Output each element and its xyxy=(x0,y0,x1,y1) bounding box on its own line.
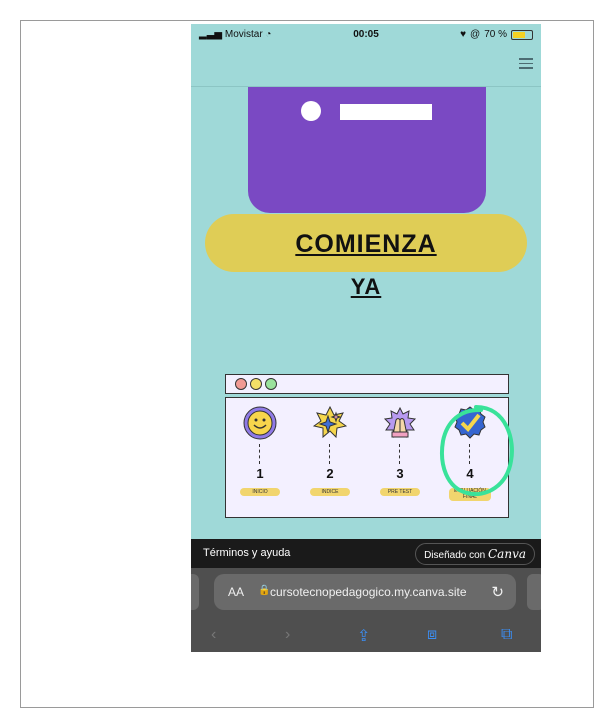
card-bar xyxy=(340,104,432,120)
location-icon: @ xyxy=(470,29,481,40)
url-text[interactable]: cursotecnopedagogico.my.canva.site xyxy=(270,585,467,599)
step-number: 2 xyxy=(326,466,334,481)
tabs-icon[interactable]: ⧉ xyxy=(501,626,512,644)
heart-icon: ♥ xyxy=(460,29,467,40)
next-tab-pill[interactable] xyxy=(527,574,541,610)
step-inicio[interactable]: 1 INICIO xyxy=(232,406,288,510)
step-indice[interactable]: 2 INDICE xyxy=(302,406,358,510)
battery-icon xyxy=(511,29,533,40)
canva-logo: Canva xyxy=(488,547,526,561)
hero-card xyxy=(248,87,486,213)
window-titlebar xyxy=(225,374,509,394)
window-maximize-dot xyxy=(265,378,277,390)
share-icon[interactable]: ⇪ xyxy=(357,626,370,646)
window-minimize-dot xyxy=(250,378,262,390)
previous-tab-pill[interactable] xyxy=(191,574,199,610)
step-number: 3 xyxy=(396,466,404,481)
highlight-circle xyxy=(440,405,514,497)
status-right: ♥ @ 70 % xyxy=(460,29,533,40)
card-dot xyxy=(301,101,321,121)
step-label: INDICE xyxy=(310,488,350,496)
lock-icon: 🔒 xyxy=(258,585,271,596)
step-number: 1 xyxy=(256,466,264,481)
designed-with-canva-badge[interactable]: Diseñado con Canva xyxy=(415,543,535,565)
step-label: INICIO xyxy=(240,488,280,496)
step-label: PRE TEST xyxy=(380,488,420,496)
window-close-dot xyxy=(235,378,247,390)
terms-link[interactable]: Términos y ayuda xyxy=(203,547,290,559)
browser-toolbar: ‹ › ⇪ ⧈ ⧉ xyxy=(191,618,541,652)
status-bar: ▂▃▅ Movistar ◔ 00:05 ♥ @ 70 % xyxy=(191,24,541,46)
hamburger-menu-icon[interactable] xyxy=(519,58,533,70)
clapping-hands-icon xyxy=(383,406,417,438)
sparkle-icon xyxy=(313,406,347,439)
bookmarks-icon[interactable]: ⧈ xyxy=(427,626,437,644)
battery-percent: 70 % xyxy=(484,29,507,40)
step-pre-test[interactable]: 3 PRE TEST xyxy=(372,406,428,510)
hero-subtitle[interactable]: YA xyxy=(191,274,541,300)
browser-chrome: AA 🔒 cursotecnopedagogico.my.canva.site … xyxy=(191,568,541,652)
designed-prefix: Diseñado con xyxy=(424,550,486,561)
forward-icon[interactable]: › xyxy=(285,626,290,644)
phone-screen: ▂▃▅ Movistar ◔ 00:05 ♥ @ 70 % COMIENZA Y… xyxy=(191,24,541,652)
smiley-icon xyxy=(243,406,277,440)
canva-footer: Términos y ayuda Diseñado con Canva xyxy=(191,539,541,568)
reload-icon[interactable]: ↻ xyxy=(491,583,504,601)
hero-title[interactable]: COMIENZA xyxy=(191,230,541,259)
address-bar[interactable]: AA 🔒 cursotecnopedagogico.my.canva.site … xyxy=(214,574,516,610)
text-size-button[interactable]: AA xyxy=(228,585,244,599)
back-icon[interactable]: ‹ xyxy=(211,626,216,644)
